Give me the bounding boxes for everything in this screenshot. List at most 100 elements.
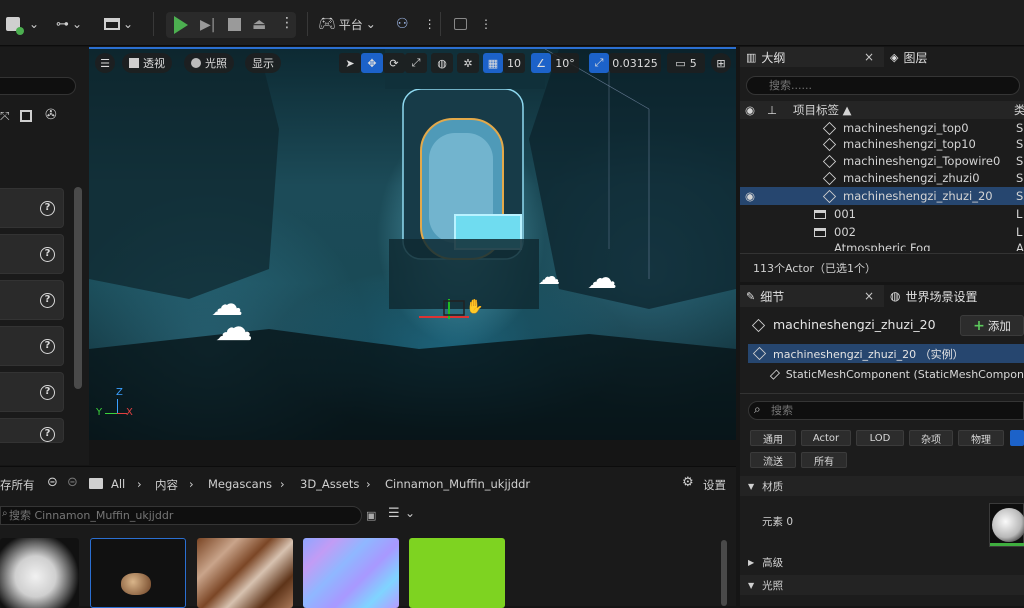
- level-viewport[interactable]: ☁ ☁ ☁ ☁ ✋ Z Y X ☰ 透视 光照 显示 ➤ ✥ ⟳ ⤢ ◍ ✲ ▦…: [89, 47, 736, 440]
- visibility-icon[interactable]: ◉: [745, 189, 759, 203]
- filter-streaming[interactable]: 流送: [750, 452, 796, 468]
- forward-icon[interactable]: ⊝: [67, 475, 78, 490]
- filter-more[interactable]: [1010, 430, 1024, 446]
- play-icon[interactable]: [174, 16, 188, 34]
- viewport-layout-button[interactable]: ⊞: [711, 53, 731, 73]
- help-icon[interactable]: ?: [40, 339, 55, 354]
- outliner-row[interactable]: 002 L: [740, 223, 1024, 241]
- rotate-mode-button[interactable]: ⟳: [383, 53, 405, 73]
- filter-lod[interactable]: LOD: [856, 430, 904, 446]
- left-list-item[interactable]: ?: [0, 418, 64, 443]
- users-button[interactable]: ⚇ ⋮: [396, 12, 436, 36]
- rotation-snap-value[interactable]: 10°: [551, 53, 579, 73]
- more-options-icon[interactable]: ⋮: [480, 17, 492, 31]
- filter-actor[interactable]: Actor: [801, 430, 851, 446]
- add-actor-button[interactable]: ⌄: [6, 12, 39, 36]
- help-icon[interactable]: ?: [40, 293, 55, 308]
- asset-thumbnail[interactable]: [0, 538, 79, 608]
- cinematics-button[interactable]: ⌄: [104, 12, 133, 36]
- atmospheric-fog-icon[interactable]: ☁: [538, 265, 560, 290]
- left-search-input[interactable]: [0, 77, 76, 95]
- help-icon[interactable]: ?: [40, 385, 55, 400]
- surface-snap-button[interactable]: ✲: [457, 53, 479, 73]
- pin-icon[interactable]: ⊥: [767, 103, 781, 117]
- tab-details[interactable]: ✎ 细节: [746, 286, 784, 306]
- tab-world-settings[interactable]: ◍ 世界场景设置: [890, 286, 978, 306]
- settings-wheel-icon[interactable]: ✇: [45, 107, 57, 123]
- material-slot[interactable]: [989, 503, 1024, 547]
- type-header[interactable]: 类: [1014, 102, 1024, 118]
- component-row[interactable]: StaticMeshComponent (StaticMeshCompon: [748, 365, 1024, 384]
- grid-snap-value[interactable]: 10: [503, 53, 525, 73]
- rotation-snap-toggle[interactable]: ∠: [531, 53, 551, 73]
- settings-button[interactable]: 设置: [703, 477, 726, 493]
- save-all-button[interactable]: 存所有: [0, 477, 35, 493]
- platforms-button[interactable]: 🎮︎ 平台 ⌄: [318, 12, 376, 36]
- show-button[interactable]: 显示: [245, 53, 281, 73]
- breadcrumb-content[interactable]: 内容: [155, 477, 178, 493]
- breadcrumb-cinnamon-muffin[interactable]: Cinnamon_Muffin_ukjjddr: [385, 477, 530, 491]
- outliner-row[interactable]: machineshengzi_zhuzi0 S: [740, 169, 1024, 187]
- left-list-item[interactable]: ?: [0, 280, 64, 320]
- stop-icon[interactable]: [228, 18, 241, 31]
- filter-misc[interactable]: 杂项: [909, 430, 953, 446]
- asset-scrollbar[interactable]: [721, 540, 727, 606]
- chevron-down-icon[interactable]: ⌄: [405, 506, 415, 520]
- more-options-icon[interactable]: ⋮: [280, 15, 294, 31]
- more-options-icon[interactable]: ⋮: [424, 17, 436, 31]
- select-mode-button[interactable]: ➤: [339, 53, 361, 73]
- tab-outliner[interactable]: ▥ 大纲: [746, 47, 785, 67]
- section-lighting[interactable]: ▼ 光照: [740, 575, 1024, 595]
- viewport-menu-button[interactable]: ☰: [95, 53, 115, 73]
- outliner-row-selected[interactable]: ◉ machineshengzi_zhuzi_20 S: [740, 187, 1024, 205]
- world-space-button[interactable]: ◍: [431, 53, 453, 73]
- asset-thumbnail[interactable]: [409, 538, 505, 608]
- scale-snap-value[interactable]: 0.03125: [609, 53, 661, 73]
- lit-mode-button[interactable]: 光照: [184, 53, 234, 73]
- filter-general[interactable]: 通用: [750, 430, 796, 446]
- eject-icon[interactable]: ⏏: [252, 15, 266, 33]
- gear-icon[interactable]: ⚙: [682, 475, 694, 490]
- component-instance-row[interactable]: machineshengzi_zhuzi_20 （实例）: [748, 344, 1024, 363]
- actor-name-field[interactable]: machineshengzi_zhuzi_20: [773, 317, 936, 332]
- breadcrumb-megascans[interactable]: Megascans: [208, 477, 272, 491]
- translate-mode-button[interactable]: ✥: [361, 53, 383, 73]
- breadcrumb-all[interactable]: All: [111, 477, 125, 491]
- outliner-row[interactable]: 001 L: [740, 205, 1024, 223]
- source-control-button[interactable]: ⋮: [454, 12, 492, 36]
- filter-all[interactable]: 所有: [801, 452, 847, 468]
- atmospheric-fog-icon[interactable]: ☁: [587, 261, 617, 296]
- section-advanced[interactable]: ▶ 高级: [740, 552, 1024, 572]
- filter-icon[interactable]: ☰: [388, 506, 400, 521]
- left-scrollbar[interactable]: [74, 187, 82, 389]
- left-list-item[interactable]: ?: [0, 234, 64, 274]
- outliner-row[interactable]: machineshengzi_top10 S: [740, 135, 1024, 153]
- close-icon[interactable]: ×: [864, 50, 874, 64]
- left-list-item[interactable]: ?: [0, 326, 64, 366]
- breadcrumb-3d-assets[interactable]: 3D_Assets: [300, 477, 359, 491]
- exponential-fog-icon[interactable]: ☁: [215, 305, 253, 349]
- section-material[interactable]: ▼ 材质: [740, 476, 1024, 496]
- outliner-search-input[interactable]: [746, 76, 1020, 95]
- camera-speed-button[interactable]: ▭ 5: [667, 53, 705, 73]
- close-icon[interactable]: ×: [864, 289, 874, 303]
- item-label-header[interactable]: 项目标签 ▲: [793, 102, 1018, 118]
- grid-snap-toggle[interactable]: ▦: [483, 53, 503, 73]
- step-forward-icon[interactable]: ▶|: [200, 17, 215, 33]
- add-component-button[interactable]: + 添加: [960, 315, 1024, 336]
- blueprint-button[interactable]: ⊶ ⌄: [56, 12, 82, 36]
- help-icon[interactable]: ?: [40, 427, 55, 442]
- asset-thumbnail[interactable]: [303, 538, 399, 608]
- tab-layers[interactable]: ◈ 图层: [890, 47, 927, 67]
- scale-snap-toggle[interactable]: ⤢: [589, 53, 609, 73]
- asset-thumbnail[interactable]: [197, 538, 293, 608]
- asset-search-input[interactable]: [0, 506, 362, 525]
- visibility-icon[interactable]: ◉: [745, 103, 759, 117]
- outliner-row[interactable]: machineshengzi_Topowire0 S: [740, 152, 1024, 170]
- left-list-item[interactable]: ?: [0, 188, 64, 228]
- help-icon[interactable]: ?: [40, 201, 55, 216]
- left-list-item[interactable]: ?: [0, 372, 64, 412]
- filter-physics[interactable]: 物理: [958, 430, 1004, 446]
- save-search-icon[interactable]: ▣: [366, 509, 376, 522]
- cube-icon[interactable]: [20, 110, 32, 122]
